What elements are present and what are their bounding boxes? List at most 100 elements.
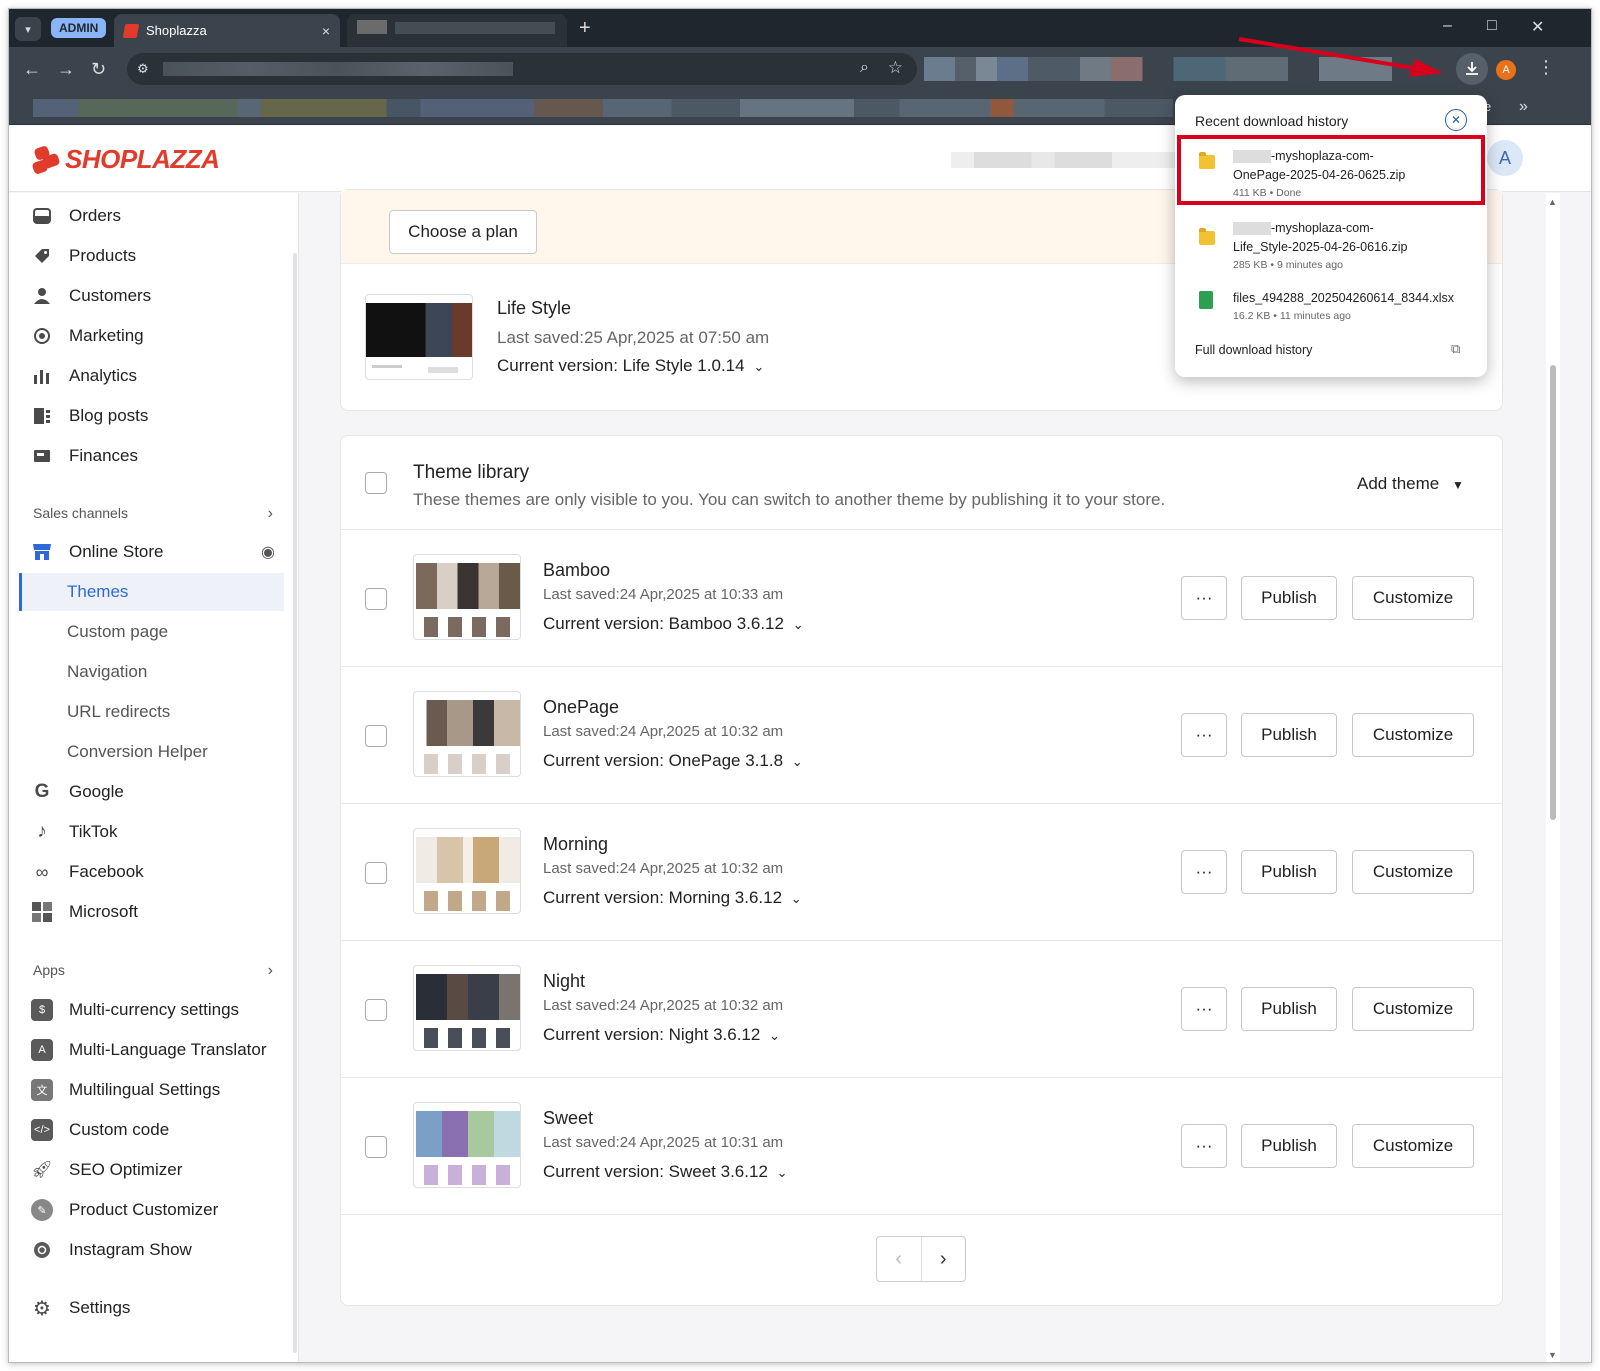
sidebar-item-navigation[interactable]: Navigation [19,653,284,691]
current-theme-version[interactable]: Current version: Life Style 1.0.14 ⌄ [497,356,764,376]
theme-version[interactable]: Current version: Morning 3.6.12 ⌄ [543,888,802,908]
scroll-thumb[interactable] [1550,365,1556,820]
choose-plan-button[interactable]: Choose a plan [389,210,537,254]
sidebar-item-themes[interactable]: Themes [19,573,284,611]
publish-button[interactable]: Publish [1241,850,1337,894]
customize-button[interactable]: Customize [1352,1124,1474,1168]
back-arrow-icon[interactable]: ← [23,59,41,79]
minimize-button[interactable]: – [1443,17,1452,35]
sidebar-item-tiktok[interactable]: ♪ TikTok [23,815,285,849]
sidebar-item-marketing[interactable]: Marketing [23,319,285,353]
customize-button[interactable]: Customize [1352,850,1474,894]
sidebar-scrollbar[interactable] [293,253,297,1353]
more-actions-button[interactable]: ··· [1181,576,1227,620]
profile-avatar[interactable]: A [1496,60,1516,80]
customize-button[interactable]: Customize [1352,576,1474,620]
more-actions-button[interactable]: ··· [1181,713,1227,757]
sidebar-item-orders[interactable]: Orders [23,199,285,233]
sales-channels-header[interactable]: Sales channels › [33,505,273,523]
scroll-up-icon[interactable]: ▲ [1548,197,1557,207]
download-item-xlsx[interactable]: files_494288_202504260614_8344.xlsx 16.2… [1177,281,1485,329]
sidebar-item-analytics[interactable]: Analytics [23,359,285,393]
theme-thumbnail [413,691,521,777]
close-icon[interactable]: ✕ [1445,109,1467,131]
sidebar-item-finances[interactable]: Finances [23,439,285,473]
scroll-down-icon[interactable]: ▼ [1548,1350,1557,1360]
add-theme-dropdown[interactable]: Add theme ▼ [1357,474,1464,494]
theme-checkbox[interactable] [365,862,387,884]
download-item-lifestyle[interactable]: -myshoplaza-com- Life_Style-2025-04-26-06… [1177,213,1485,283]
publish-button[interactable]: Publish [1241,1124,1337,1168]
external-link-icon[interactable]: ⧉ [1451,341,1460,357]
full-download-history-link[interactable]: Full download history [1195,343,1312,357]
new-tab-button[interactable]: + [579,17,591,39]
apps-header[interactable]: Apps › [33,962,273,980]
more-actions-button[interactable]: ··· [1181,1124,1227,1168]
sidebar-item-custom-page[interactable]: Custom page [19,613,284,651]
sidebar-item-microsoft[interactable]: Microsoft [23,895,285,929]
bookmark-star-icon[interactable]: ☆ [888,58,903,78]
tab-group-label[interactable]: ADMIN [51,18,107,38]
theme-checkbox[interactable] [365,725,387,747]
sidebar-app-seo-optimizer[interactable]: 🚀︎ SEO Optimizer [23,1153,285,1187]
sidebar-app-multilingual[interactable]: 文 Multilingual Settings [23,1073,285,1107]
download-item-onepage[interactable]: -myshoplaza-com- OnePage-2025-04-26-0625.… [1177,135,1485,205]
sidebar-item-customers[interactable]: Customers [23,279,285,313]
site-settings-icon[interactable]: ⚙ [137,61,149,77]
sidebar-item-blog-posts[interactable]: Blog posts [23,399,285,433]
next-page-button[interactable]: › [922,1237,966,1281]
theme-version[interactable]: Current version: Sweet 3.6.12 ⌄ [543,1162,788,1182]
prev-page-button[interactable]: ‹ [877,1237,922,1281]
sidebar-item-conversion-helper[interactable]: Conversion Helper [19,733,284,771]
main-scrollbar[interactable]: ▲ ▼ [1546,193,1560,1362]
theme-checkbox[interactable] [365,1136,387,1158]
close-window-button[interactable]: ✕ [1531,17,1544,37]
shoplazza-logo[interactable]: SHOPLAZZA [31,144,220,175]
sidebar-item-online-store[interactable]: Online Store ◉ [23,535,285,569]
theme-library-title: Theme library [413,462,530,483]
browser-window: ▾ ADMIN Shoplazza × + – □ ✕ ← → ↻ ⚙ ⌕ ☆ … [8,8,1592,1363]
tab-shoplazza[interactable]: Shoplazza × [114,14,340,47]
forward-arrow-icon[interactable]: → [57,59,75,79]
sidebar-item-label: Finances [69,446,138,465]
downloads-button[interactable] [1456,53,1488,85]
bookmarks-blurred[interactable] [33,99,1173,117]
theme-checkbox[interactable] [365,588,387,610]
sidebar-item-settings[interactable]: ⚙ Settings [23,1291,285,1325]
more-actions-button[interactable]: ··· [1181,850,1227,894]
publish-button[interactable]: Publish [1241,576,1337,620]
theme-version[interactable]: Current version: Night 3.6.12 ⌄ [543,1025,780,1045]
address-bar[interactable]: ⚙ ⌕ ☆ [127,53,917,85]
publish-button[interactable]: Publish [1241,987,1337,1031]
select-all-checkbox[interactable] [365,472,387,494]
extensions-blurred[interactable] [924,57,1444,81]
user-avatar[interactable]: A [1487,140,1523,176]
sidebar-item-url-redirects[interactable]: URL redirects [19,693,284,731]
zoom-icon[interactable]: ⌕ [860,59,869,77]
customize-button[interactable]: Customize [1352,987,1474,1031]
theme-version[interactable]: Current version: Bamboo 3.6.12 ⌄ [543,614,804,634]
sidebar-app-multi-currency[interactable]: $ Multi-currency settings [23,993,285,1027]
customize-button[interactable]: Customize [1352,713,1474,757]
sidebar-app-multi-language[interactable]: A Multi-Language Translator [23,1033,285,1067]
more-actions-button[interactable]: ··· [1181,987,1227,1031]
multilingual-app-icon: 文 [31,1079,53,1101]
more-bookmarks-icon[interactable]: » [1519,98,1528,116]
sidebar-item-label: Marketing [69,326,144,345]
tab-search-button[interactable]: ▾ [15,17,41,41]
sidebar-app-product-customizer[interactable]: ✎ Product Customizer [23,1193,285,1227]
tab-close-icon[interactable]: × [322,23,330,39]
eye-icon[interactable]: ◉ [261,542,275,562]
publish-button[interactable]: Publish [1241,713,1337,757]
maximize-button[interactable]: □ [1487,17,1497,35]
tab-blurred[interactable] [347,14,567,47]
browser-menu-icon[interactable]: ⋮ [1537,57,1555,78]
sidebar-item-products[interactable]: Products [23,239,285,273]
sidebar-item-facebook[interactable]: ∞ Facebook [23,855,285,889]
sidebar-app-custom-code[interactable]: </> Custom code [23,1113,285,1147]
theme-checkbox[interactable] [365,999,387,1021]
sidebar-item-google[interactable]: G Google [23,775,285,809]
reload-icon[interactable]: ↻ [91,59,106,79]
sidebar-app-instagram-show[interactable]: Instagram Show [23,1233,285,1267]
theme-version[interactable]: Current version: OnePage 3.1.8 ⌄ [543,751,803,771]
